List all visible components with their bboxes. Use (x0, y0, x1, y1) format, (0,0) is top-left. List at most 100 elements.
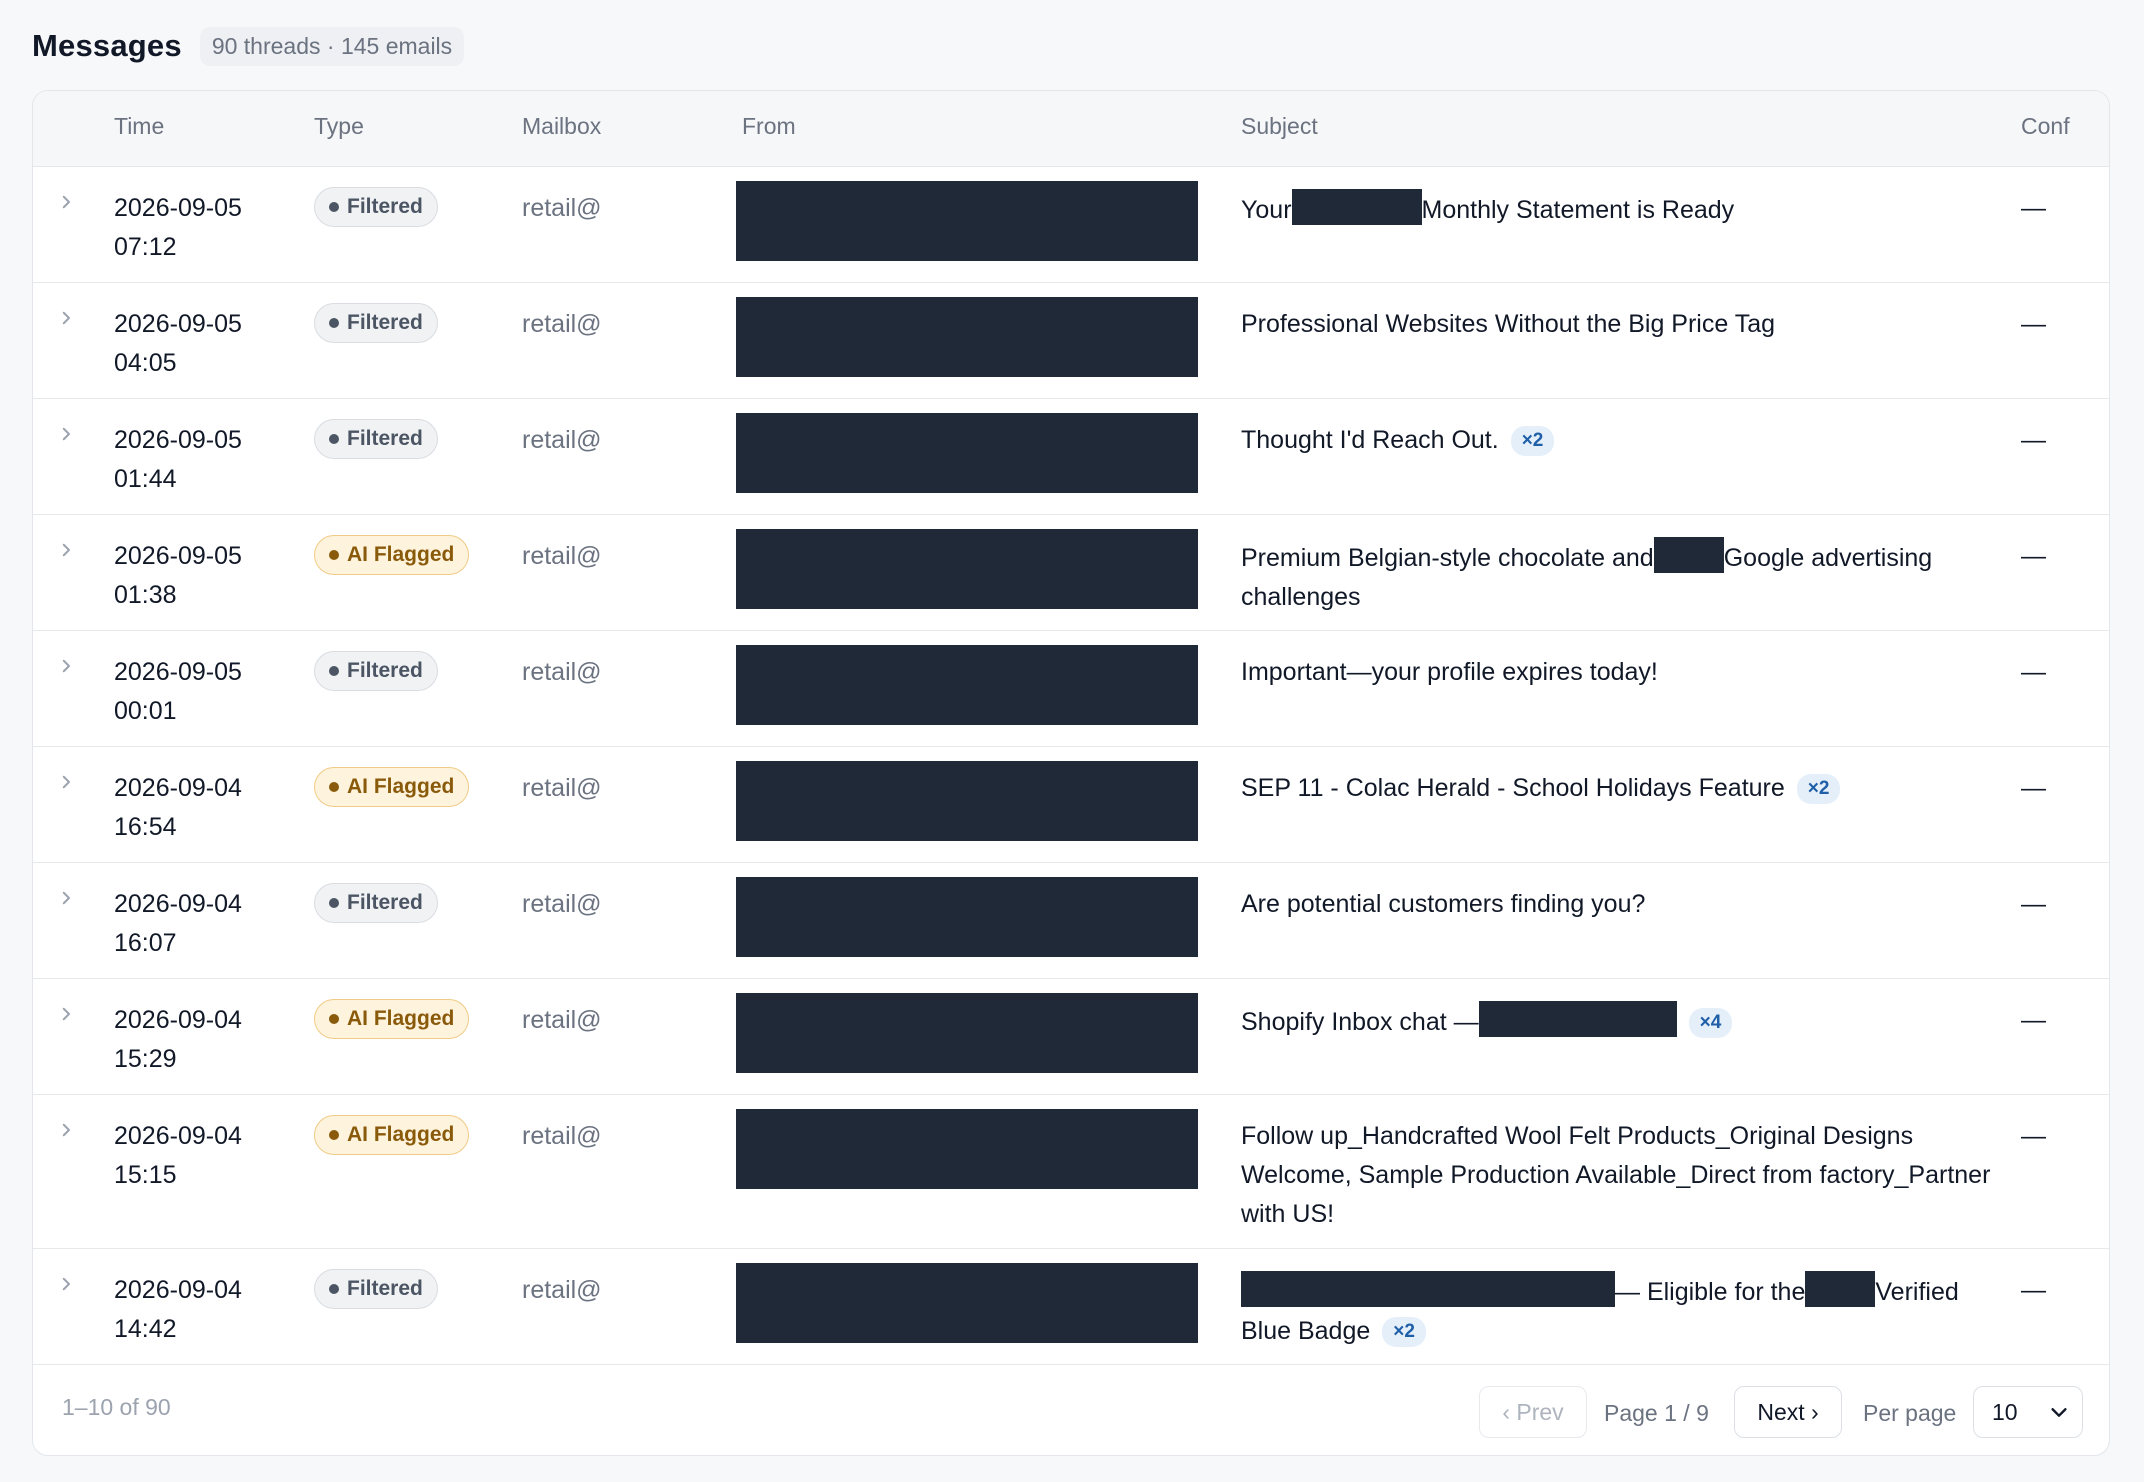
from-redacted (736, 1263, 1198, 1343)
chevron-right-icon[interactable] (53, 1001, 79, 1027)
dot-icon (329, 202, 339, 212)
clock-text: 14:42 (114, 1315, 177, 1343)
from-redacted (736, 993, 1198, 1073)
type-badge: Filtered (314, 303, 438, 343)
table-row[interactable]: 2026-09-04 16:07 Filtered retail@ — Are poten… (33, 863, 2109, 979)
chevron-right-icon[interactable] (53, 1271, 79, 1297)
thread-count-badge: ×2 (1382, 1317, 1426, 1347)
subject-cell: Are potential customers finding you? (1241, 885, 2001, 924)
chevron-right-icon[interactable] (53, 305, 79, 331)
table-row[interactable]: 2026-09-05 01:38 AI Flagged retail@ — Premium… (33, 515, 2109, 631)
subject-cell: Follow up_Handcrafted Wool Felt Products… (1241, 1117, 2001, 1234)
type-label: AI Flagged (347, 543, 455, 566)
result-range: 1–10 of 90 (62, 1394, 171, 1420)
next-page-button[interactable]: Next › (1734, 1386, 1842, 1438)
subject-redacted (1478, 1001, 1677, 1037)
column-header-mailbox[interactable]: Mailbox (522, 113, 601, 140)
subject-text: Your (1241, 196, 1292, 224)
from-redacted (736, 297, 1198, 377)
type-badge: AI Flagged (314, 535, 470, 575)
mailbox-cell: retail@ (522, 310, 602, 338)
type-label: Filtered (347, 311, 423, 334)
type-badge: AI Flagged (314, 1115, 470, 1155)
from-redacted (736, 645, 1198, 725)
chevron-right-icon[interactable] (53, 1117, 79, 1143)
table-header: Time Type Mailbox From Subject Conf (33, 91, 2109, 167)
subject-cell: Professional Websites Without the Big Pr… (1241, 305, 2001, 344)
chevron-right-icon[interactable] (53, 885, 79, 911)
type-badge: Filtered (314, 419, 438, 459)
type-badge: Filtered (314, 651, 438, 691)
table-row[interactable]: 2026-09-04 14:42 Filtered retail@ — — Eligibl… (33, 1249, 2109, 1365)
date-text: 2026-09-04 (114, 1276, 242, 1304)
chevron-right-icon[interactable] (53, 537, 79, 563)
per-page-label: Per page (1863, 1400, 1957, 1426)
from-redacted (736, 761, 1198, 841)
dot-icon (329, 666, 339, 676)
from-redacted (736, 181, 1198, 261)
column-header-subject[interactable]: Subject (1241, 113, 1318, 140)
subject-redacted (1653, 537, 1724, 573)
subject-text: Monthly Statement is Ready (1421, 196, 1735, 224)
mailbox-cell: retail@ (522, 658, 602, 686)
date-text: 2026-09-05 (114, 426, 242, 454)
per-page-select[interactable]: 10 (1973, 1386, 2083, 1438)
time-cell: 2026-09-05 00:01 (114, 653, 284, 731)
time-cell: 2026-09-04 15:15 (114, 1117, 284, 1195)
clock-text: 04:05 (114, 349, 177, 377)
date-text: 2026-09-05 (114, 194, 242, 222)
type-label: Filtered (347, 659, 423, 682)
type-badge: Filtered (314, 883, 438, 923)
type-label: AI Flagged (347, 775, 455, 798)
chevron-right-icon[interactable] (53, 421, 79, 447)
type-label: Filtered (347, 195, 423, 218)
table-row[interactable]: 2026-09-05 01:44 Filtered retail@ — Thought I… (33, 399, 2109, 515)
table-row[interactable]: 2026-09-04 15:15 AI Flagged retail@ — Follow … (33, 1095, 2109, 1249)
table-row[interactable]: 2026-09-04 16:54 AI Flagged retail@ — SEP 11 … (33, 747, 2109, 863)
clock-text: 16:54 (114, 813, 177, 841)
subject-text: Important—your profile expires today! (1241, 658, 1658, 686)
type-label: Filtered (347, 891, 423, 914)
table-row[interactable]: 2026-09-05 00:01 Filtered retail@ — Important… (33, 631, 2109, 747)
subject-text: SEP 11 - Colac Herald - School Holidays … (1241, 774, 1785, 802)
subject-cell: Your Monthly Statement is Ready (1241, 189, 2001, 230)
subject-text: Premium Belgian-style chocolate and (1241, 544, 1654, 572)
mailbox-cell: retail@ (522, 426, 602, 454)
chevron-right-icon[interactable] (53, 189, 79, 215)
date-text: 2026-09-04 (114, 1006, 242, 1034)
subject-cell: Important—your profile expires today! (1241, 653, 2001, 692)
chevron-right-icon[interactable] (53, 653, 79, 679)
column-header-conf[interactable]: Conf (2021, 113, 2070, 140)
subject-text: Shopify Inbox chat — (1241, 1008, 1479, 1036)
clock-text: 07:12 (114, 233, 177, 261)
subject-text: — Eligible for the (1615, 1278, 1806, 1306)
table-row[interactable]: 2026-09-05 04:05 Filtered retail@ — Professio… (33, 283, 2109, 399)
dot-icon (329, 318, 339, 328)
type-label: Filtered (347, 1277, 423, 1300)
mailbox-cell: retail@ (522, 774, 602, 802)
column-header-time[interactable]: Time (114, 113, 164, 140)
prev-page-button[interactable]: ‹ Prev (1479, 1386, 1587, 1438)
thread-summary: 90 threads · 145 emails (199, 26, 465, 66)
column-header-type[interactable]: Type (314, 113, 364, 140)
subject-cell: Shopify Inbox chat — ×4 (1241, 1001, 2001, 1042)
dot-icon (329, 898, 339, 908)
subject-text: Professional Websites Without the Big Pr… (1241, 310, 1776, 338)
type-badge: Filtered (314, 187, 438, 227)
subject-text: Follow up_Handcrafted Wool Felt Products… (1241, 1122, 1991, 1228)
page-header: Messages 90 threads · 145 emails (32, 20, 465, 72)
dot-icon (329, 1284, 339, 1294)
date-text: 2026-09-05 (114, 658, 242, 686)
mailbox-cell: retail@ (522, 890, 602, 918)
date-text: 2026-09-05 (114, 310, 242, 338)
type-badge: Filtered (314, 1269, 438, 1309)
clock-text: 01:44 (114, 465, 177, 493)
column-header-from[interactable]: From (742, 113, 796, 140)
table-row[interactable]: 2026-09-05 07:12 Filtered retail@ — Your Month… (33, 167, 2109, 283)
type-badge: AI Flagged (314, 767, 470, 807)
chevron-right-icon[interactable] (53, 769, 79, 795)
subject-redacted (1805, 1271, 1876, 1307)
table-row[interactable]: 2026-09-04 15:29 AI Flagged retail@ — Shopify… (33, 979, 2109, 1095)
date-text: 2026-09-05 (114, 542, 242, 570)
conf-cell: — (2021, 194, 2046, 222)
